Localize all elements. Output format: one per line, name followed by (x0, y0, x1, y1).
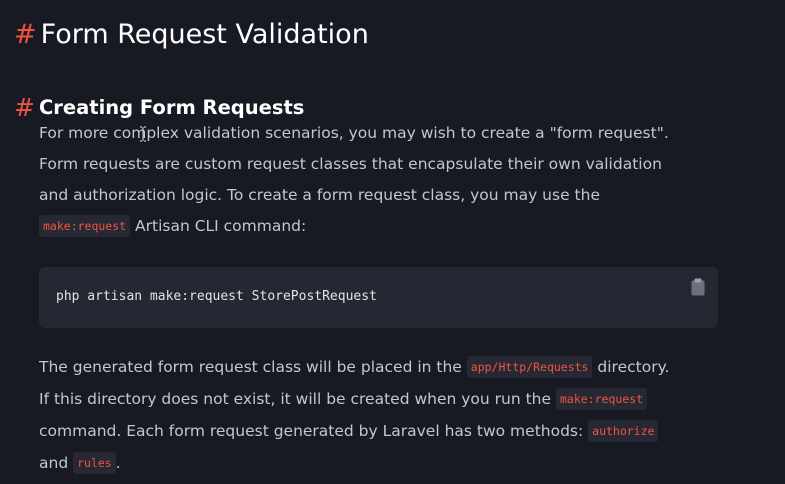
details-paragraph: The generated form request class will be… (39, 352, 729, 480)
intro-line-4-text: Artisan CLI command: (130, 217, 307, 235)
heading-anchor-hash[interactable]: # (14, 93, 35, 122)
intro-line-4: make:request Artisan CLI command: (39, 211, 729, 243)
page-title-text: Form Request Validation (40, 19, 369, 51)
details-line-1-text: The generated form request class will be… (39, 358, 467, 376)
intro-line-3: and authorization logic. To create a for… (39, 186, 600, 204)
details-line-2: If this directory does not exist, it wil… (39, 384, 729, 416)
clipboard-icon[interactable] (690, 278, 706, 296)
code-block-text[interactable]: php artisan make:request StorePostReques… (56, 288, 377, 306)
details-line-1-end: directory. (592, 358, 670, 376)
section-heading-text: Creating Form Requests (38, 96, 305, 120)
inline-code-make-request-2: make:request (555, 388, 648, 410)
details-line-2-text: If this directory does not exist, it wil… (39, 390, 556, 408)
details-line-1: The generated form request class will be… (39, 352, 729, 384)
details-line-4-text: and (39, 454, 74, 472)
title-anchor-hash[interactable]: # (14, 19, 37, 50)
details-line-4: and rules. (39, 448, 729, 480)
inline-code-make-request: make:request (39, 215, 131, 237)
page-title: # Form Request Validation (14, 18, 369, 52)
code-block: php artisan make:request StorePostReques… (39, 267, 718, 328)
intro-line-2: Form requests are custom request classes… (39, 155, 662, 173)
text-cursor-icon (140, 126, 146, 142)
details-line-3: command. Each form request generated by … (39, 416, 729, 448)
details-line-4-end: . (115, 454, 121, 472)
inline-code-app-http-requests: app/Http/Requests (466, 356, 593, 378)
inline-code-rules: rules (73, 452, 116, 474)
inline-code-authorize: authorize (588, 420, 659, 442)
details-line-3-text: command. Each form request generated by … (39, 422, 589, 440)
